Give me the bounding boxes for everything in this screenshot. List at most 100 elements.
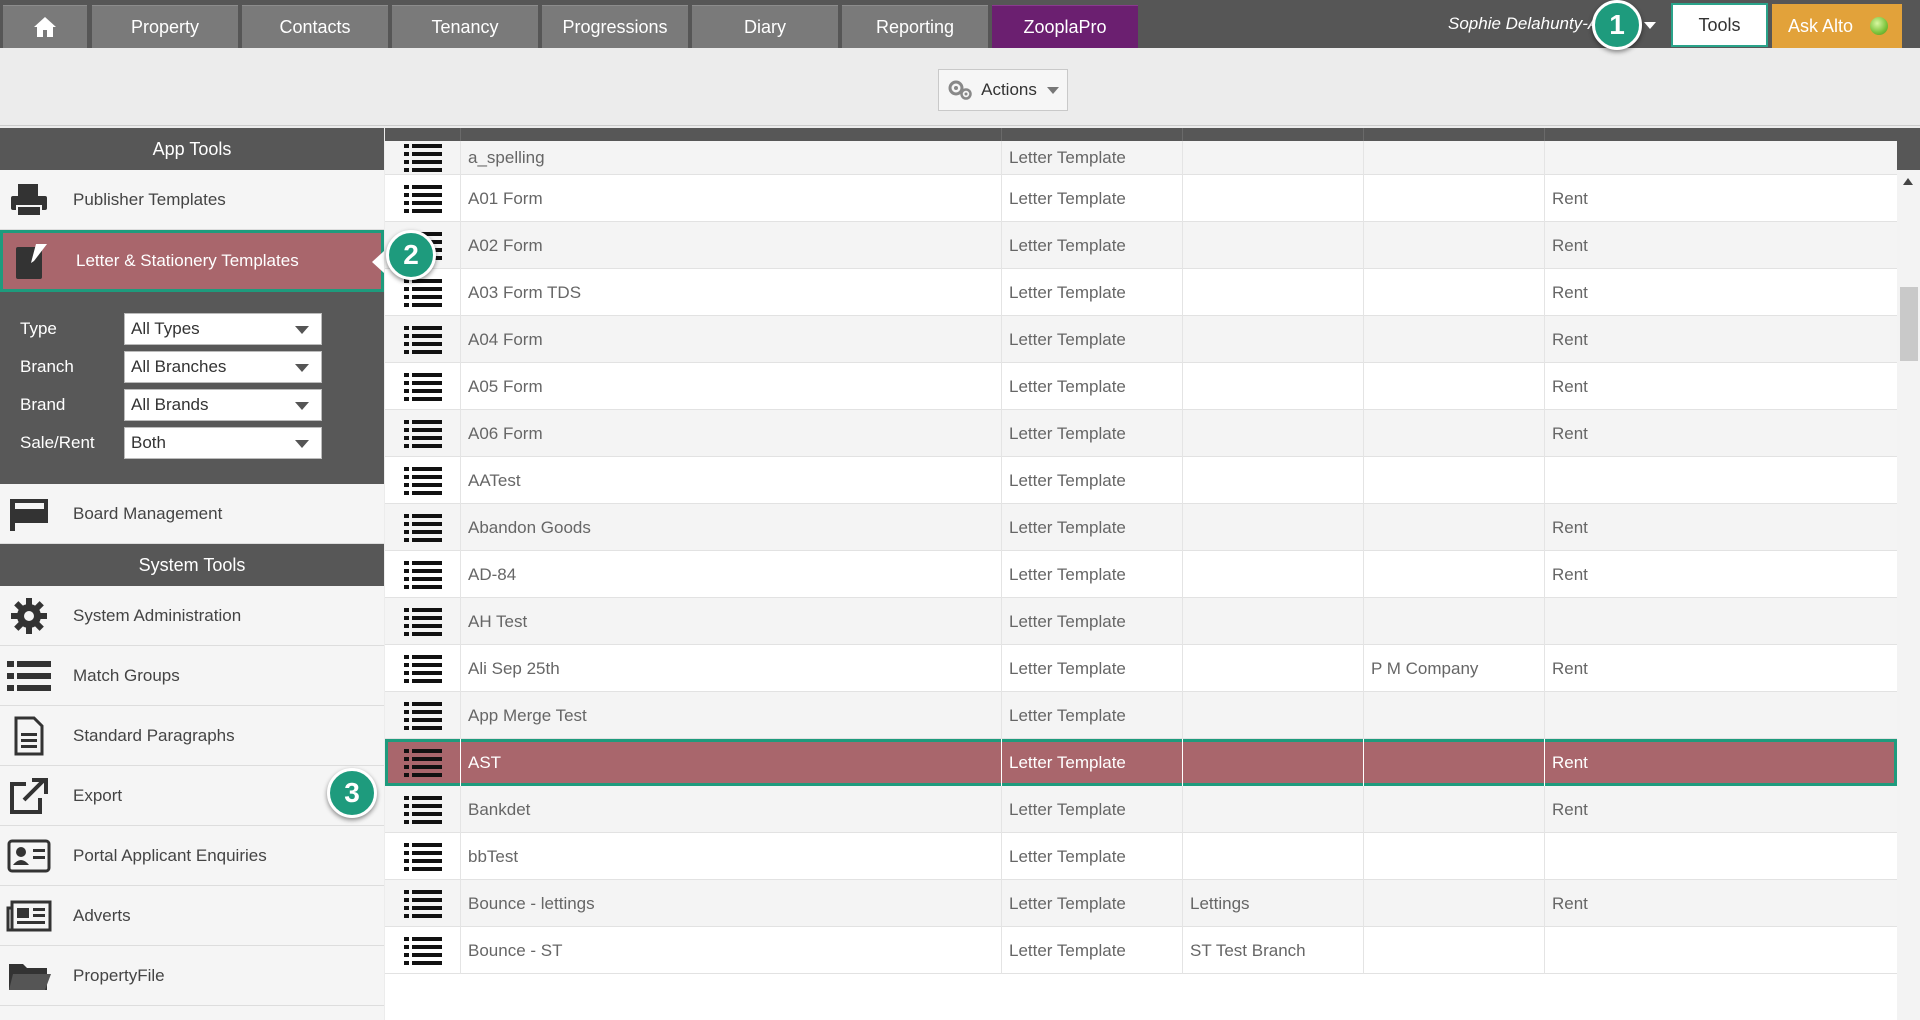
tab-diary[interactable]: Diary — [692, 5, 838, 48]
list-menu-icon[interactable] — [385, 833, 460, 880]
tab-zooplapro[interactable]: ZooplaPro — [992, 5, 1138, 48]
list-menu-icon[interactable] — [385, 645, 460, 692]
type-select-value: All Types — [131, 319, 200, 338]
sidebar-item-match-groups[interactable]: Match Groups — [0, 646, 384, 706]
tab-contacts[interactable]: Contacts — [242, 5, 388, 48]
cell-brand — [1363, 457, 1544, 504]
list-menu-icon[interactable] — [385, 692, 460, 739]
callout-badge-1: 1 — [1592, 0, 1642, 50]
tab-reporting[interactable]: Reporting — [842, 5, 988, 48]
list-menu-icon[interactable] — [385, 927, 460, 974]
table-row[interactable]: A05 Form Letter Template Rent — [385, 363, 1897, 410]
chevron-down-icon[interactable] — [1644, 22, 1656, 29]
table-row[interactable]: AATest Letter Template — [385, 457, 1897, 504]
sidebar-item-adverts[interactable]: Adverts — [0, 886, 384, 946]
table-row[interactable]: Bankdet Letter Template Rent — [385, 786, 1897, 833]
sidebar-item-propertyfile[interactable]: PropertyFile — [0, 946, 384, 1006]
cell-brand — [1363, 880, 1544, 927]
table-row[interactable]: bbTest Letter Template — [385, 833, 1897, 880]
table-row[interactable]: AD-84 Letter Template Rent — [385, 551, 1897, 598]
table-row[interactable]: Bounce - ST Letter Template ST Test Branch — [385, 927, 1897, 974]
cell-type: Letter Template — [1001, 141, 1182, 175]
ask-alto-label: Ask Alto — [1788, 15, 1854, 36]
cell-branch — [1182, 833, 1363, 880]
active-pointer — [372, 251, 384, 273]
page-icon — [0, 706, 58, 765]
cell-brand — [1363, 222, 1544, 269]
table-row[interactable]: A01 Form Letter Template Rent — [385, 175, 1897, 222]
cell-brand — [1363, 269, 1544, 316]
scroll-up-icon[interactable] — [1903, 178, 1913, 185]
list-menu-icon[interactable] — [385, 551, 460, 598]
sidebar-item-publisher-templates[interactable]: Publisher Templates — [0, 170, 384, 230]
table-row[interactable]: Ali Sep 25th Letter Template P M Company Re… — [385, 645, 1897, 692]
newspaper-icon — [0, 886, 58, 945]
vertical-scrollbar[interactable] — [1897, 170, 1920, 1020]
list-menu-icon[interactable] — [385, 141, 460, 175]
table-row[interactable]: a_spelling Letter Template — [385, 141, 1897, 175]
sidebar-item-label: PropertyFile — [73, 965, 165, 985]
chevron-down-icon — [295, 326, 309, 334]
cell-type: Letter Template — [1001, 269, 1182, 316]
sidebar-item-board-management[interactable]: Board Management — [0, 484, 384, 544]
app-tools-header: App Tools — [0, 128, 384, 170]
cell-branch: ST Test Branch — [1182, 927, 1363, 974]
list-menu-icon[interactable] — [385, 316, 460, 363]
table-row[interactable]: A02 Form Letter Template Rent — [385, 222, 1897, 269]
list-menu-icon[interactable] — [385, 504, 460, 551]
list-menu-icon[interactable] — [385, 410, 460, 457]
cell-name: A01 Form — [460, 175, 1001, 222]
cell-branch — [1182, 316, 1363, 363]
ask-alto-button[interactable]: Ask Alto — [1772, 4, 1902, 48]
cell-salerent: Rent — [1544, 410, 1897, 457]
filter-label: Brand — [20, 395, 66, 414]
table-row[interactable]: Abandon Goods Letter Template Rent — [385, 504, 1897, 551]
sale-rent-select-value: Both — [131, 433, 166, 452]
table-row[interactable]: Bounce - lettings Letter Template Lettings… — [385, 880, 1897, 927]
list-menu-icon[interactable] — [385, 739, 460, 786]
cell-name: bbTest — [460, 833, 1001, 880]
sidebar-item-portal-applicant-enquiries[interactable]: Portal Applicant Enquiries — [0, 826, 384, 886]
table-row[interactable]: A06 Form Letter Template Rent — [385, 410, 1897, 457]
cell-type: Letter Template — [1001, 551, 1182, 598]
tools-button[interactable]: Tools — [1671, 3, 1768, 47]
user-menu[interactable]: Sophie Delahunty-A — [1448, 14, 1599, 34]
cell-salerent: Rent — [1544, 316, 1897, 363]
list-menu-icon[interactable] — [385, 175, 460, 222]
sidebar-item-system-administration[interactable]: System Administration — [0, 586, 384, 646]
scrollbar-thumb[interactable] — [1900, 287, 1918, 361]
sidebar-item-label: Publisher Templates — [73, 189, 226, 209]
status-dot-icon — [1870, 17, 1888, 35]
branch-select[interactable]: All Branches — [124, 351, 322, 383]
sale-rent-select[interactable]: Both — [124, 427, 322, 459]
callout-badge-3: 3 — [327, 768, 377, 818]
tab-property[interactable]: Property — [92, 5, 238, 48]
list-menu-icon[interactable] — [385, 457, 460, 504]
callout-badge-2: 2 — [386, 230, 436, 280]
list-menu-icon[interactable] — [385, 363, 460, 410]
tab-tenancy[interactable]: Tenancy — [392, 5, 538, 48]
table-row[interactable]: A03 Form TDS Letter Template Rent — [385, 269, 1897, 316]
brand-select[interactable]: All Brands — [124, 389, 322, 421]
table-row[interactable]: App Merge Test Letter Template — [385, 692, 1897, 739]
sidebar-item-letter-stationery-templates[interactable]: Letter & Stationery Templates — [0, 230, 384, 292]
table-row[interactable]: AH Test Letter Template — [385, 598, 1897, 645]
cell-branch — [1182, 141, 1363, 175]
table-row[interactable]: AST Letter Template Rent — [385, 739, 1897, 786]
table-row[interactable]: A04 Form Letter Template Rent — [385, 316, 1897, 363]
cell-branch — [1182, 645, 1363, 692]
actions-button[interactable]: Actions — [938, 69, 1068, 111]
home-tab[interactable] — [3, 5, 87, 48]
gear-icon — [0, 586, 58, 645]
sidebar-item-standard-paragraphs[interactable]: Standard Paragraphs — [0, 706, 384, 766]
type-select[interactable]: All Types — [124, 313, 322, 345]
branch-select-value: All Branches — [131, 357, 227, 376]
tab-progressions[interactable]: Progressions — [542, 5, 688, 48]
list-menu-icon[interactable] — [385, 786, 460, 833]
cell-brand — [1363, 692, 1544, 739]
list-menu-icon[interactable] — [385, 880, 460, 927]
cell-salerent: Rent — [1544, 175, 1897, 222]
cell-name: Bankdet — [460, 786, 1001, 833]
list-menu-icon[interactable] — [385, 598, 460, 645]
cell-branch: Lettings — [1182, 880, 1363, 927]
